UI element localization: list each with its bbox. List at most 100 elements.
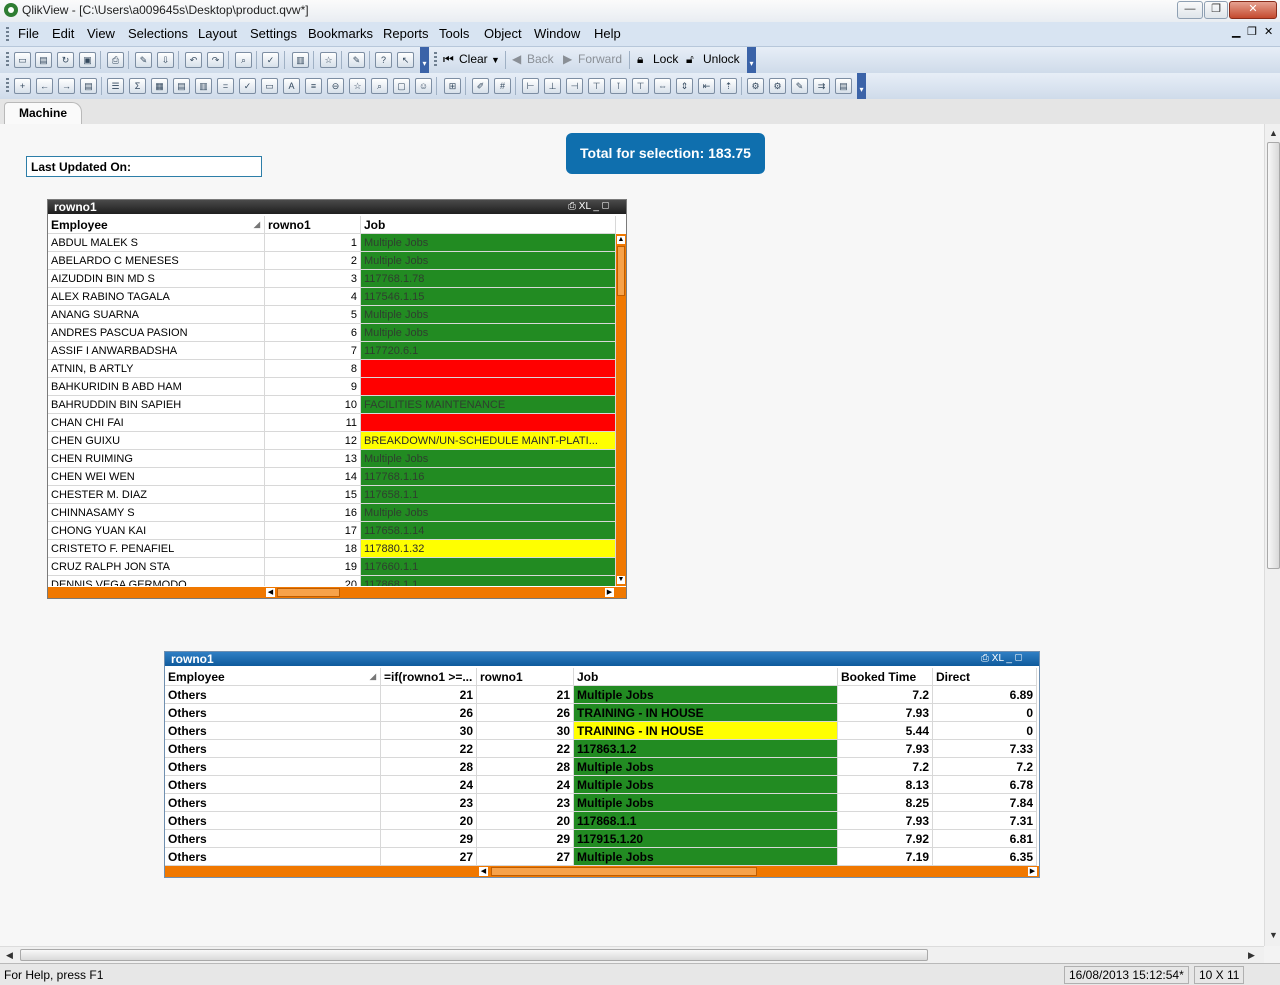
- table1-cell-rowno1[interactable]: 12: [265, 432, 361, 450]
- table2-cell-job[interactable]: TRAINING - IN HOUSE: [574, 722, 838, 740]
- forward-icon[interactable]: ▶: [563, 52, 572, 66]
- help-icon[interactable]: ?: [375, 52, 392, 68]
- container-icon[interactable]: ▢: [393, 78, 410, 94]
- table1-cell-rowno1[interactable]: 20: [265, 576, 361, 586]
- restore-button[interactable]: ❐: [1204, 1, 1228, 19]
- table2-cell-booked-time[interactable]: 7.93: [838, 704, 933, 722]
- table2-cell-booked-time[interactable]: 5.44: [838, 722, 933, 740]
- table2-cell-booked-time[interactable]: 7.92: [838, 830, 933, 848]
- forward-button[interactable]: Forward: [578, 52, 622, 66]
- edit-module-icon[interactable]: ✎: [791, 78, 808, 94]
- scroll-down-icon[interactable]: ▼: [617, 576, 625, 584]
- table1-cell-job[interactable]: 117768.1.78: [361, 270, 616, 288]
- table1-cell-employee[interactable]: ALEX RABINO TAGALA: [48, 288, 265, 306]
- table2-cell-booked-time[interactable]: 8.25: [838, 794, 933, 812]
- search-icon[interactable]: ⌕: [235, 52, 252, 68]
- table2-cell-expression[interactable]: 20: [381, 812, 477, 830]
- table1-cell-job[interactable]: 117660.1.1: [361, 558, 616, 576]
- table2-cell-employee[interactable]: Others: [165, 776, 381, 794]
- table2-cell-employee[interactable]: Others: [165, 758, 381, 776]
- mdi-close-icon[interactable]: ✕: [1264, 25, 1273, 38]
- table2-cell-booked-time[interactable]: 8.13: [838, 776, 933, 794]
- open-icon[interactable]: ▤: [35, 52, 52, 68]
- scroll-up-icon[interactable]: ▲: [617, 236, 625, 244]
- format-painter-icon[interactable]: ✐: [472, 78, 489, 94]
- table2-cell-job[interactable]: Multiple Jobs: [574, 794, 838, 812]
- button-object-icon[interactable]: ▭: [261, 78, 278, 94]
- space-vertical-icon[interactable]: ⇕: [676, 78, 693, 94]
- table1-cell-rowno1[interactable]: 13: [265, 450, 361, 468]
- mdi-restore-icon[interactable]: ❐: [1247, 25, 1257, 38]
- table2-cell-direct[interactable]: 6.89: [933, 686, 1037, 704]
- table1-cell-employee[interactable]: ABELARDO C MENESES: [48, 252, 265, 270]
- table1-cell-employee[interactable]: AIZUDDIN BIN MD S: [48, 270, 265, 288]
- table2-hscroll-thumb[interactable]: [491, 867, 757, 876]
- sheet-object-props-icon[interactable]: ⚙: [769, 78, 786, 94]
- table2-cell-job[interactable]: Multiple Jobs: [574, 848, 838, 866]
- table1-cell-employee[interactable]: ASSIF I ANWARBADSHA: [48, 342, 265, 360]
- scroll-left-icon[interactable]: ◀: [6, 950, 13, 961]
- menu-bookmarks[interactable]: Bookmarks: [308, 26, 373, 41]
- sheet-vscroll-thumb[interactable]: [1267, 142, 1280, 569]
- report-edit-icon[interactable]: ✎: [348, 52, 365, 68]
- table2-header-rowno1[interactable]: rowno1: [477, 668, 574, 686]
- menu-tools[interactable]: Tools: [439, 26, 469, 41]
- table2-cell-direct[interactable]: 0: [933, 722, 1037, 740]
- table2-cell-expression[interactable]: 29: [381, 830, 477, 848]
- listbox-icon[interactable]: ☰: [107, 78, 124, 94]
- table1-header-job[interactable]: Job: [361, 216, 616, 234]
- toolbar-overflow-icon[interactable]: ▾: [857, 73, 866, 99]
- table1-cell-employee[interactable]: DENNIS VEGA GERMODO: [48, 576, 265, 586]
- scroll-down-icon[interactable]: ▼: [1269, 930, 1278, 940]
- table1-cell-rowno1[interactable]: 17: [265, 522, 361, 540]
- table1-cell-rowno1[interactable]: 2: [265, 252, 361, 270]
- table1-cell-job[interactable]: [361, 414, 616, 432]
- table2-cell-rowno1[interactable]: 22: [477, 740, 574, 758]
- close-button[interactable]: ✕: [1229, 1, 1277, 19]
- table1-cell-employee[interactable]: ANDRES PASCUA PASION: [48, 324, 265, 342]
- table1-cell-rowno1[interactable]: 16: [265, 504, 361, 522]
- sheet-properties-icon[interactable]: ▤: [80, 78, 97, 94]
- menu-view[interactable]: View: [87, 26, 115, 41]
- table2-cell-direct[interactable]: 6.78: [933, 776, 1037, 794]
- reload-icon[interactable]: ↻: [57, 52, 74, 68]
- table2-cell-rowno1[interactable]: 21: [477, 686, 574, 704]
- table2-cell-employee[interactable]: Others: [165, 740, 381, 758]
- menu-object[interactable]: Object: [484, 26, 522, 41]
- table2-cell-employee[interactable]: Others: [165, 704, 381, 722]
- table2-cell-expression[interactable]: 21: [381, 686, 477, 704]
- align-right-icon[interactable]: ⊣: [566, 78, 583, 94]
- scroll-right-icon[interactable]: ▶: [1028, 867, 1037, 876]
- search-object-icon[interactable]: ⌕: [371, 78, 388, 94]
- table2-cell-job[interactable]: 117868.1.1: [574, 812, 838, 830]
- clear-button[interactable]: Clear: [459, 52, 488, 66]
- table1-cell-job[interactable]: 117880.1.32: [361, 540, 616, 558]
- table1-cell-rowno1[interactable]: 11: [265, 414, 361, 432]
- clear-dropdown-icon[interactable]: ▼: [491, 55, 500, 65]
- table1-cell-rowno1[interactable]: 1: [265, 234, 361, 252]
- new-doc-icon[interactable]: ▭: [14, 52, 31, 68]
- toolbar-overflow-icon[interactable]: ▾: [747, 47, 756, 73]
- table1-cell-employee[interactable]: BAHKURIDIN B ABD HAM: [48, 378, 265, 396]
- table1-cell-rowno1[interactable]: 9: [265, 378, 361, 396]
- table1-cell-employee[interactable]: CHESTER M. DIAZ: [48, 486, 265, 504]
- table2-cell-booked-time[interactable]: 7.93: [838, 812, 933, 830]
- menu-help[interactable]: Help: [594, 26, 621, 41]
- table2-cell-booked-time[interactable]: 7.2: [838, 686, 933, 704]
- table1-header-rowno1[interactable]: rowno1: [265, 216, 361, 234]
- table2-cell-direct[interactable]: 6.81: [933, 830, 1037, 848]
- table1-cell-job[interactable]: [361, 360, 616, 378]
- document-properties-icon[interactable]: ▤: [835, 78, 852, 94]
- table1-cell-rowno1[interactable]: 7: [265, 342, 361, 360]
- scroll-right-icon[interactable]: ▶: [1248, 950, 1255, 961]
- table2-header-expression[interactable]: =if(rowno1 >=...: [381, 668, 477, 686]
- table2-cell-job[interactable]: TRAINING - IN HOUSE: [574, 704, 838, 722]
- table2-cell-employee[interactable]: Others: [165, 686, 381, 704]
- table2-hscroll[interactable]: ◀ ▶: [165, 866, 1039, 877]
- menu-window[interactable]: Window: [534, 26, 580, 41]
- table2-header-job[interactable]: Job: [574, 668, 838, 686]
- table2-cell-job[interactable]: Multiple Jobs: [574, 686, 838, 704]
- line-object-icon[interactable]: ≡: [305, 78, 322, 94]
- menu-edit[interactable]: Edit: [52, 26, 74, 41]
- table2-cell-direct[interactable]: 0: [933, 704, 1037, 722]
